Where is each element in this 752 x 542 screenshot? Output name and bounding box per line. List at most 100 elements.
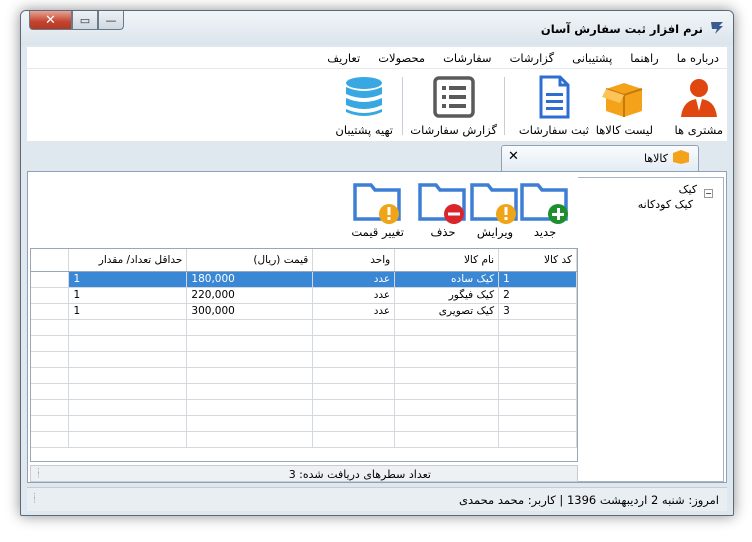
tree-node-kids-cake[interactable]: کیک کودکانه (638, 198, 693, 211)
menu-item-orders[interactable]: سفارشات (443, 51, 491, 65)
table-row[interactable] (31, 431, 577, 448)
table-cell[interactable] (186, 431, 314, 448)
change-price-button[interactable]: تغییر قیمت (351, 179, 404, 239)
table-row[interactable] (31, 415, 577, 432)
table-cell[interactable]: 300,000 (186, 303, 314, 320)
app-title: نرم افزار ثبت سفارش آسان (540, 22, 703, 36)
table-cell[interactable] (498, 383, 577, 400)
table-cell[interactable] (394, 399, 500, 416)
table-cell[interactable] (498, 431, 577, 448)
table-cell[interactable]: 1 (68, 303, 188, 320)
table-cell[interactable] (312, 383, 396, 400)
column-header-code[interactable]: کد کالا (498, 249, 577, 272)
table-cell[interactable] (498, 399, 577, 416)
menu-item-definitions[interactable]: تعاریف (327, 51, 360, 65)
table-row[interactable]: 3 کیک تصویری عدد 300,000 1 (31, 303, 577, 320)
column-header-unit[interactable]: واحد (312, 249, 396, 272)
menu-item-help[interactable]: راهنما (630, 51, 658, 65)
table-cell[interactable] (186, 383, 314, 400)
table-cell[interactable] (186, 367, 314, 384)
table-cell[interactable] (312, 319, 396, 336)
table-cell[interactable]: عدد (312, 287, 396, 304)
table-cell[interactable] (394, 431, 500, 448)
table-cell[interactable] (68, 367, 188, 384)
table-cell[interactable] (394, 351, 500, 368)
table-cell[interactable] (312, 431, 396, 448)
menu-item-support[interactable]: پشتیبانی (572, 51, 612, 65)
table-row[interactable]: 1 کیک ساده عدد 180,000 1 (31, 271, 577, 288)
column-header-name[interactable]: نام کالا (394, 249, 500, 272)
table-row[interactable] (31, 335, 577, 352)
table-cell[interactable]: 1 (68, 271, 188, 288)
tab-products[interactable]: کالاها ✕ (501, 145, 699, 171)
table-row[interactable] (31, 367, 577, 384)
table-row[interactable] (31, 319, 577, 336)
delete-button[interactable]: حذف (418, 179, 468, 239)
menu-item-reports[interactable]: گزارشات (510, 51, 555, 65)
table-cell[interactable]: کیک فیگور (394, 287, 500, 304)
table-cell[interactable]: 2 (498, 287, 577, 304)
table-cell[interactable] (312, 415, 396, 432)
table-cell[interactable] (186, 319, 314, 336)
table-cell[interactable] (498, 415, 577, 432)
backup-button[interactable]: تهیه پشتیبان (335, 75, 393, 137)
maximize-button[interactable]: ▭ (72, 11, 98, 30)
table-cell[interactable] (312, 335, 396, 352)
table-cell[interactable] (394, 383, 500, 400)
tree-node-cake[interactable]: کیک − (679, 183, 713, 198)
table-cell[interactable] (312, 351, 396, 368)
minimize-button[interactable]: — (98, 11, 124, 30)
edit-button[interactable]: ویرایش (470, 179, 520, 239)
table-cell[interactable] (186, 351, 314, 368)
table-row[interactable] (31, 399, 577, 416)
table-cell[interactable]: عدد (312, 303, 396, 320)
table-cell[interactable] (394, 319, 500, 336)
menu-item-about[interactable]: درباره ما (677, 51, 719, 65)
customers-button[interactable]: مشتری ها (675, 75, 723, 137)
table-cell[interactable] (498, 319, 577, 336)
table-cell[interactable]: 1 (68, 287, 188, 304)
table-cell[interactable]: 3 (498, 303, 577, 320)
table-cell[interactable] (394, 415, 500, 432)
table-cell[interactable]: 220,000 (186, 287, 314, 304)
table-cell (31, 383, 70, 400)
table-cell[interactable] (394, 367, 500, 384)
table-cell[interactable]: 1 (498, 271, 577, 288)
table-cell[interactable] (394, 335, 500, 352)
table-cell[interactable]: عدد (312, 271, 396, 288)
ribbon: مشتری ها لیست کالاها ثبت سفارشات گزارش س… (27, 69, 727, 141)
table-cell[interactable] (68, 399, 188, 416)
table-cell[interactable] (186, 335, 314, 352)
table-row[interactable]: 2 کیک فیگور عدد 220,000 1 (31, 287, 577, 304)
products-button[interactable]: لیست کالاها (596, 75, 653, 137)
close-button[interactable]: ✕ (29, 11, 72, 30)
table-cell[interactable]: کیک ساده (394, 271, 500, 288)
table-cell[interactable] (68, 351, 188, 368)
table-cell[interactable] (498, 335, 577, 352)
table-cell[interactable] (68, 383, 188, 400)
table-cell[interactable] (68, 431, 188, 448)
tree-expander-icon[interactable]: − (704, 189, 713, 198)
menu-item-products[interactable]: محصولات (378, 51, 425, 65)
table-cell[interactable] (68, 415, 188, 432)
table-cell[interactable] (498, 367, 577, 384)
order-report-button[interactable]: گزارش سفارشات (410, 75, 497, 137)
table-cell[interactable] (68, 335, 188, 352)
table-cell[interactable] (312, 367, 396, 384)
table-cell[interactable] (498, 351, 577, 368)
column-header-min-qty[interactable]: حداقل تعداد/ مقدار (68, 249, 188, 272)
table-cell[interactable] (186, 399, 314, 416)
table-row[interactable] (31, 351, 577, 368)
table-row[interactable] (31, 383, 577, 400)
tab-close-icon[interactable]: ✕ (508, 149, 519, 164)
table-cell[interactable] (68, 319, 188, 336)
table-cell[interactable]: 180,000 (186, 271, 314, 288)
resize-grip-icon[interactable]: ⋮ ⋮ (35, 468, 43, 479)
new-button[interactable]: جدید (520, 179, 570, 239)
table-cell[interactable] (312, 399, 396, 416)
column-header-price[interactable]: قیمت (ریال) (186, 249, 314, 272)
resize-grip-icon[interactable]: ⋮ ⋮ (31, 493, 39, 504)
table-cell[interactable] (186, 415, 314, 432)
orders-button[interactable]: ثبت سفارشات (519, 75, 589, 137)
table-cell[interactable]: کیک تصویری (394, 303, 500, 320)
